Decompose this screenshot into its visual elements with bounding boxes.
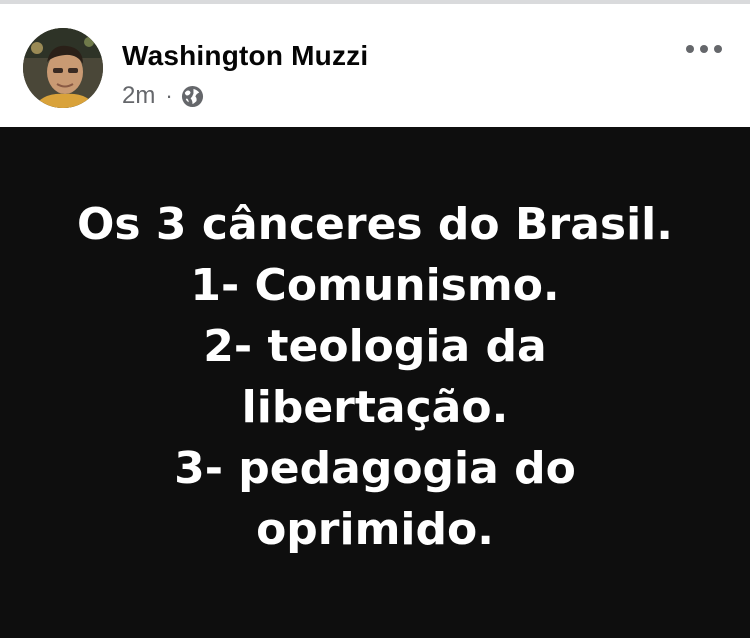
author-name[interactable]: Washington Muzzi: [122, 40, 368, 72]
post-content: Os 3 cânceres do Brasil. 1- Comunismo. 2…: [0, 127, 750, 638]
post-text-line: libertação.: [241, 381, 509, 433]
post-text: Os 3 cânceres do Brasil. 1- Comunismo. 2…: [77, 194, 673, 560]
post-meta: 2m ·: [122, 82, 204, 110]
avatar-image: [23, 28, 103, 108]
more-options-button[interactable]: [684, 34, 724, 64]
post-text-line: oprimido.: [256, 503, 494, 555]
post-text-line: 2- teologia da: [203, 320, 547, 372]
post-text-line: 3- pedagogia do: [174, 442, 576, 494]
post-text-line: Os 3 cânceres do Brasil.: [77, 198, 673, 250]
meta-separator: ·: [165, 83, 173, 108]
avatar[interactable]: [23, 28, 103, 108]
more-options-icon: [686, 45, 722, 53]
globe-icon: [181, 85, 204, 108]
post-header: Washington Muzzi 2m ·: [0, 4, 750, 127]
post-text-line: 1- Comunismo.: [190, 259, 560, 311]
post-time[interactable]: 2m: [122, 82, 155, 110]
